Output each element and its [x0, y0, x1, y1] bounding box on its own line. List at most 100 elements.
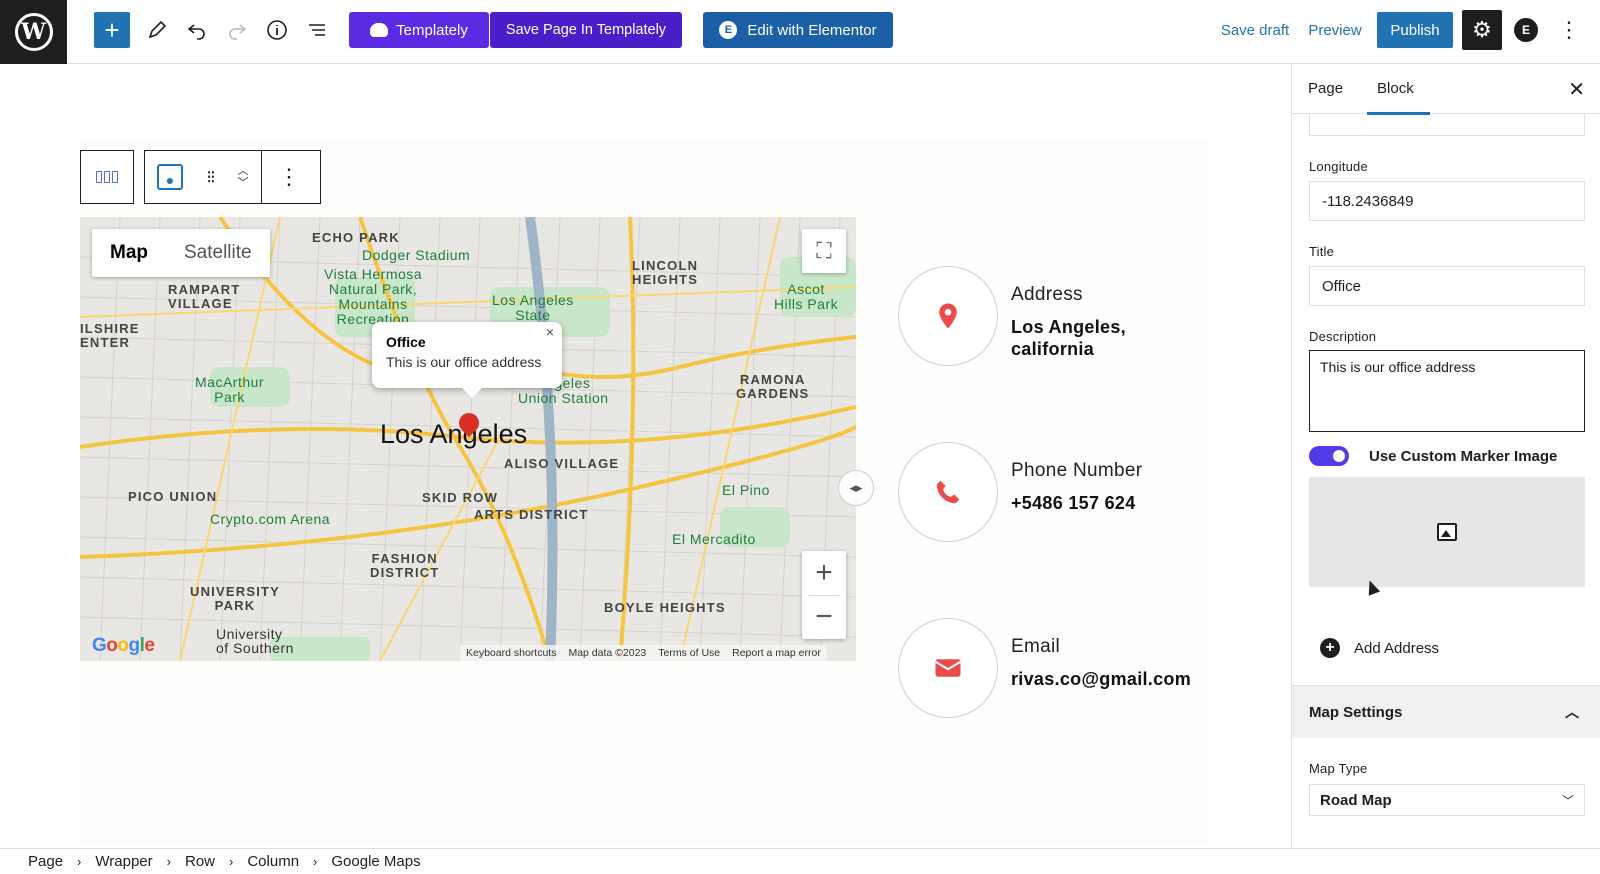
close-icon: ✕	[1568, 79, 1585, 101]
add-address-button[interactable]: + Add Address	[1320, 638, 1439, 658]
description-textarea[interactable]: This is our office address	[1309, 350, 1585, 432]
publish-button[interactable]: Publish	[1377, 12, 1453, 48]
info-window-title: Office	[386, 334, 426, 350]
editor-toolbar: W + Templately Save Page In Templately E…	[0, 0, 1600, 64]
close-sidebar-button[interactable]: ✕	[1568, 77, 1585, 102]
map-type-value: Road Map	[1320, 791, 1392, 809]
keyboard-shortcuts-link[interactable]: Keyboard shortcuts	[466, 647, 556, 659]
map-footer: Keyboard shortcuts Map data ©2023 Terms …	[460, 645, 827, 661]
description-label: Description	[1309, 329, 1377, 344]
map-label-vista-hermosa: Vista Hermosa Natural Park, Mountains Re…	[324, 266, 423, 327]
tab-page[interactable]: Page	[1308, 64, 1343, 114]
terms-of-use-link[interactable]: Terms of Use	[658, 647, 720, 659]
edit-with-elementor-button[interactable]: E Edit with Elementor	[703, 12, 893, 48]
info-window-close-icon[interactable]: ×	[546, 324, 554, 340]
phone-icon-circle	[898, 442, 998, 542]
map-label-wilshire-center: ILSHIRE ENTER	[80, 321, 140, 350]
save-draft-button[interactable]: Save draft	[1214, 12, 1296, 48]
chevron-down-icon[interactable]: ﹀	[238, 177, 249, 189]
breadcrumb-wrapper[interactable]: Wrapper	[95, 853, 152, 870]
mail-icon	[934, 659, 962, 677]
report-map-error-link[interactable]: Report a map error	[732, 647, 821, 659]
map-settings-panel-header[interactable]: Map Settings ︿	[1292, 685, 1600, 738]
map-fullscreen-button[interactable]: ⛶	[802, 229, 846, 273]
details-button[interactable]	[259, 12, 295, 48]
templately-button[interactable]: Templately	[349, 12, 489, 48]
add-address-label: Add Address	[1354, 639, 1440, 657]
elementskit-icon: E	[1514, 18, 1538, 42]
breadcrumb-column[interactable]: Column	[247, 853, 299, 870]
elementskit-button[interactable]: E	[1508, 12, 1544, 48]
editor-canvas: ● ⁝⁝ ︿ ﹀ ⋮ ECHO PARK Dodger Stadium LINC…	[0, 64, 1291, 848]
settings-button[interactable]: ⚙	[1462, 10, 1502, 50]
title-input[interactable]: Office	[1309, 266, 1585, 306]
add-block-button[interactable]: +	[94, 12, 130, 48]
drag-icon: ⁝⁝	[206, 166, 216, 187]
map-label-ascot-hills: Ascot Hills Park	[774, 281, 839, 312]
wordpress-logo-button[interactable]: W	[0, 0, 67, 64]
map-type-select[interactable]: Road Map ﹀	[1309, 784, 1585, 816]
tab-block[interactable]: Block	[1367, 64, 1430, 115]
longitude-input[interactable]: -118.2436849	[1309, 181, 1585, 221]
map-label-university-park: UNIVERSITY PARK	[190, 584, 281, 613]
map-settings-label: Map Settings	[1309, 703, 1403, 721]
phone-card: Phone Number +5486 157 624	[878, 418, 1208, 568]
map-label-el-mercadito: El Mercadito	[672, 531, 756, 547]
address-value: Los Angeles, california	[1011, 317, 1126, 359]
map-label-arts-district: ARTS DISTRICT	[474, 507, 589, 522]
map-zoom-control: + −	[802, 551, 846, 639]
map-label-rampart-village: RAMPART VILLAGE	[168, 282, 241, 311]
edit-tool-button[interactable]	[139, 12, 175, 48]
wordpress-icon: W	[14, 13, 53, 51]
settings-sidebar: 34.0522342 Page Block ✕ Longitude -118.2…	[1291, 64, 1600, 848]
google-map[interactable]: ECHO PARK Dodger Stadium LINCOLN HEIGHTS…	[80, 217, 856, 661]
map-data-text: Map data ©2023	[568, 647, 647, 659]
block-options-button[interactable]: ⋮	[261, 151, 316, 203]
chevron-right-icon: ›	[166, 854, 171, 869]
phone-value: +5486 157 624	[1011, 493, 1136, 513]
breadcrumb-page[interactable]: Page	[28, 853, 63, 870]
column-resize-handle[interactable]: ◂▸	[838, 470, 874, 506]
map-type-label: Map Type	[1309, 761, 1368, 776]
preview-button[interactable]: Preview	[1305, 12, 1365, 48]
drag-handle[interactable]: ⁝⁝	[195, 151, 225, 203]
map-type-satellite-button[interactable]: Satellite	[166, 229, 270, 277]
image-icon	[1437, 523, 1457, 541]
breadcrumb-google-maps[interactable]: Google Maps	[331, 853, 420, 870]
columns-icon	[96, 171, 118, 183]
map-type-map-button[interactable]: Map	[92, 229, 166, 277]
chevron-right-icon: ›	[313, 854, 318, 869]
zoom-out-button[interactable]: −	[802, 595, 846, 639]
undo-button[interactable]	[179, 12, 215, 48]
map-label-la-state: Los Angeles State	[492, 292, 574, 323]
block-type-button[interactable]: ●	[145, 151, 195, 203]
breadcrumb-row[interactable]: Row	[185, 853, 215, 870]
email-card: Email rivas.co@gmail.com	[878, 594, 1208, 744]
block-breadcrumb: Page › Wrapper › Row › Column › Google M…	[0, 848, 1600, 874]
undo-icon	[187, 24, 205, 40]
zoom-in-button[interactable]: +	[802, 551, 846, 595]
map-label-el-pino: El Pino	[722, 482, 770, 498]
map-label-macarthur-park: MacArthur Park	[195, 374, 265, 405]
chevron-up-icon[interactable]: ︿	[238, 165, 249, 177]
location-pin-icon	[939, 303, 957, 329]
marker-image-upload[interactable]	[1309, 477, 1585, 587]
options-menu-button[interactable]: ⋮	[1554, 12, 1584, 48]
map-label-pico-union: PICO UNION	[128, 489, 218, 504]
custom-marker-label: Use Custom Marker Image	[1369, 447, 1558, 465]
move-controls[interactable]: ︿ ﹀	[225, 151, 261, 203]
map-label-skid-row: SKID ROW	[422, 490, 499, 505]
map-type-control: Map Satellite	[92, 229, 270, 277]
map-label-ramona-gardens: RAMONA GARDENS	[736, 372, 810, 401]
elementor-label: Edit with Elementor	[747, 21, 877, 39]
save-page-templately-button[interactable]: Save Page In Templately	[490, 12, 682, 48]
map-label-echo-park: ECHO PARK	[312, 230, 400, 245]
custom-marker-toggle-row: Use Custom Marker Image	[1309, 446, 1557, 466]
map-info-window: × Office This is our office address	[372, 322, 562, 398]
list-view-button[interactable]	[299, 12, 335, 48]
custom-marker-toggle[interactable]	[1309, 446, 1349, 466]
redo-icon	[229, 24, 247, 40]
select-parent-button[interactable]	[80, 150, 134, 204]
google-logo: Google	[92, 635, 155, 656]
redo-button[interactable]	[219, 12, 255, 48]
